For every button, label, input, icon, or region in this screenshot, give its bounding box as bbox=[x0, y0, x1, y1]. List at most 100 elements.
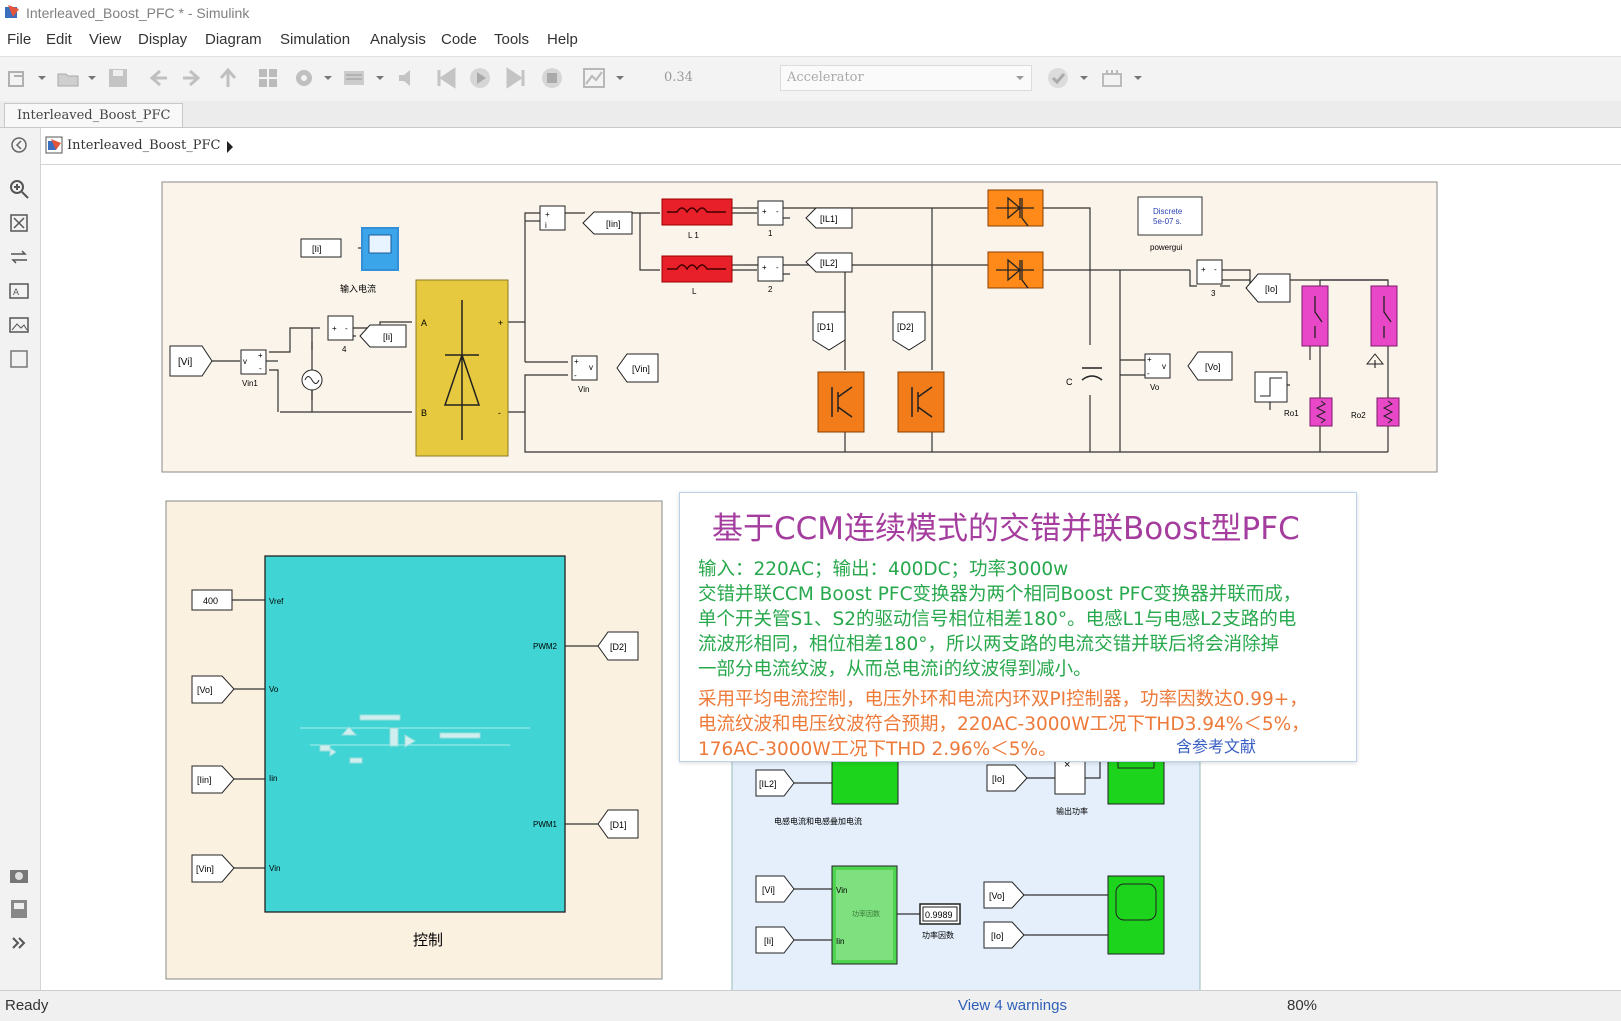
camera-icon[interactable] bbox=[8, 864, 30, 886]
bridge-a-label: A bbox=[421, 318, 427, 328]
inductor-current-label: 电感电流和电感叠加电流 bbox=[774, 816, 862, 826]
power-factor-subsystem[interactable]: Vin Iin 功率因数 bbox=[831, 865, 898, 965]
igbt-s2[interactable] bbox=[897, 371, 945, 433]
step-forward-icon[interactable] bbox=[504, 66, 528, 90]
svg-text:[Vin]: [Vin] bbox=[196, 864, 214, 874]
chevron-down-icon[interactable] bbox=[1132, 66, 1144, 90]
svg-text:-: - bbox=[1147, 369, 1150, 378]
control-title: 控制 bbox=[413, 932, 443, 949]
port-pwm2: PWM2 bbox=[533, 642, 558, 651]
library-browser-icon[interactable] bbox=[256, 66, 280, 90]
gear-icon[interactable] bbox=[292, 66, 316, 90]
new-model-icon[interactable] bbox=[6, 66, 30, 90]
from-tag[interactable]: [Ii] bbox=[300, 238, 342, 258]
chevron-right-icon[interactable] bbox=[225, 140, 235, 154]
current-measurement[interactable]: +i bbox=[539, 205, 566, 231]
reference-note: 含参考文献 bbox=[1176, 737, 1257, 756]
model-explorer-icon[interactable] bbox=[342, 66, 366, 90]
menu-view[interactable]: View bbox=[89, 31, 121, 48]
menu-simulation[interactable]: Simulation bbox=[280, 31, 350, 48]
svg-text:400: 400 bbox=[203, 596, 218, 606]
chevron-down-icon[interactable] bbox=[86, 66, 98, 90]
forward-arrow-icon[interactable] bbox=[180, 66, 204, 90]
description-annotation[interactable]: 基于CCM连续模式的交错并联Boost型PFC 输入：220AC；输出：400D… bbox=[679, 492, 1357, 762]
control-subsystem[interactable]: Vref Vo Iin Vin PWM2 PWM1 bbox=[264, 555, 566, 913]
n2-label: 2 bbox=[768, 285, 773, 294]
data-inspector-icon[interactable] bbox=[582, 66, 606, 90]
image-icon[interactable] bbox=[8, 314, 30, 336]
goto-tag[interactable]: [Ii] bbox=[359, 324, 407, 348]
window-title: Interleaved_Boost_PFC * - Simulink bbox=[26, 5, 250, 21]
simulation-mode-select[interactable]: Accelerator bbox=[780, 65, 1032, 91]
menu-edit[interactable]: Edit bbox=[46, 31, 72, 48]
chevron-down-icon[interactable] bbox=[374, 66, 386, 90]
product-block[interactable]: × 输出功率 bbox=[1054, 753, 1088, 816]
area-icon[interactable] bbox=[8, 348, 30, 370]
diode-d1[interactable] bbox=[987, 189, 1044, 227]
l-label: L bbox=[692, 287, 697, 296]
run-icon[interactable] bbox=[468, 66, 492, 90]
svg-text:[IL2]: [IL2] bbox=[759, 779, 777, 789]
chevron-down-icon[interactable] bbox=[1078, 66, 1090, 90]
svg-text:+: + bbox=[545, 210, 550, 219]
status-bar: Ready View 4 warnings 80% bbox=[0, 990, 1621, 1021]
goto-tag[interactable]: [Iin] bbox=[582, 211, 633, 235]
breaker-1[interactable] bbox=[1301, 285, 1329, 347]
svg-text:[Io]: [Io] bbox=[1265, 284, 1278, 294]
model-browser-icon[interactable] bbox=[8, 898, 30, 920]
igbt-s1[interactable] bbox=[817, 371, 865, 433]
constant-400[interactable]: 400 bbox=[191, 589, 233, 611]
fit-to-view-icon[interactable] bbox=[8, 212, 30, 234]
menu-tools[interactable]: Tools bbox=[494, 31, 529, 48]
tab-model[interactable]: Interleaved_Boost_PFC bbox=[4, 103, 184, 127]
chevron-down-icon[interactable] bbox=[36, 66, 48, 90]
diode-bridge-block[interactable]: A B + - bbox=[415, 279, 509, 457]
menu-display[interactable]: Display bbox=[138, 31, 187, 48]
breaker-2[interactable] bbox=[1370, 285, 1398, 347]
menu-diagram[interactable]: Diagram bbox=[205, 31, 262, 48]
svg-text:[IL2]: [IL2] bbox=[820, 258, 838, 268]
chevron-down-icon[interactable] bbox=[614, 66, 626, 90]
diode-d2[interactable] bbox=[987, 251, 1044, 289]
expand-double-chevron-icon[interactable] bbox=[8, 932, 30, 954]
breadcrumb-model[interactable]: Interleaved_Boost_PFC bbox=[67, 138, 220, 153]
model-icon bbox=[45, 136, 63, 154]
stop-icon[interactable] bbox=[540, 66, 564, 90]
menu-analysis[interactable]: Analysis bbox=[370, 31, 426, 48]
goto-tag[interactable]: [IL2] bbox=[805, 252, 853, 273]
annotation-line: 一部分电流纹波，从而总电流i的纹波得到减小。 bbox=[698, 659, 1092, 680]
stop-time-field[interactable]: 0.34 bbox=[664, 70, 693, 85]
speaker-icon[interactable] bbox=[396, 66, 420, 90]
chevron-down-icon bbox=[1016, 76, 1024, 80]
svg-text:[IL1]: [IL1] bbox=[820, 214, 838, 224]
annotation-line: 176AC-3000W工况下THD 2.96%＜5%。 bbox=[698, 739, 1057, 760]
open-folder-icon[interactable] bbox=[56, 66, 80, 90]
scope-output[interactable] bbox=[1107, 875, 1165, 955]
goto-tag[interactable]: [IL1] bbox=[805, 207, 853, 229]
chevron-down-icon[interactable] bbox=[322, 66, 334, 90]
save-icon[interactable] bbox=[106, 66, 130, 90]
toolbar: 0.34 Accelerator bbox=[0, 56, 1621, 102]
zoom-in-icon[interactable] bbox=[8, 178, 30, 200]
step-block[interactable] bbox=[1254, 371, 1288, 403]
menu-file[interactable]: File bbox=[7, 31, 31, 48]
back-arrow-icon[interactable] bbox=[146, 66, 170, 90]
svg-text:A: A bbox=[13, 287, 19, 297]
model-advisor-icon[interactable] bbox=[1046, 66, 1070, 90]
build-model-icon[interactable] bbox=[1100, 66, 1124, 90]
zoom-level: 80% bbox=[1287, 997, 1318, 1014]
up-arrow-icon[interactable] bbox=[216, 66, 240, 90]
hide-browser-icon[interactable] bbox=[8, 134, 30, 156]
menu-help[interactable]: Help bbox=[547, 31, 578, 48]
view-warnings-link[interactable]: View 4 warnings bbox=[958, 997, 1067, 1014]
annotation-icon[interactable]: A bbox=[8, 280, 30, 302]
step-back-icon[interactable] bbox=[434, 66, 458, 90]
scope-in-label: 输入电流 bbox=[340, 283, 376, 294]
svg-text:+: + bbox=[498, 318, 503, 328]
goto-tag[interactable]: [Vo] bbox=[1187, 351, 1233, 381]
menu-code[interactable]: Code bbox=[441, 31, 477, 48]
ac-voltage-source[interactable] bbox=[301, 369, 323, 391]
svg-text:[Vi]: [Vi] bbox=[178, 357, 192, 368]
port-vref: Vref bbox=[269, 597, 284, 606]
arrows-icon[interactable] bbox=[8, 246, 30, 268]
